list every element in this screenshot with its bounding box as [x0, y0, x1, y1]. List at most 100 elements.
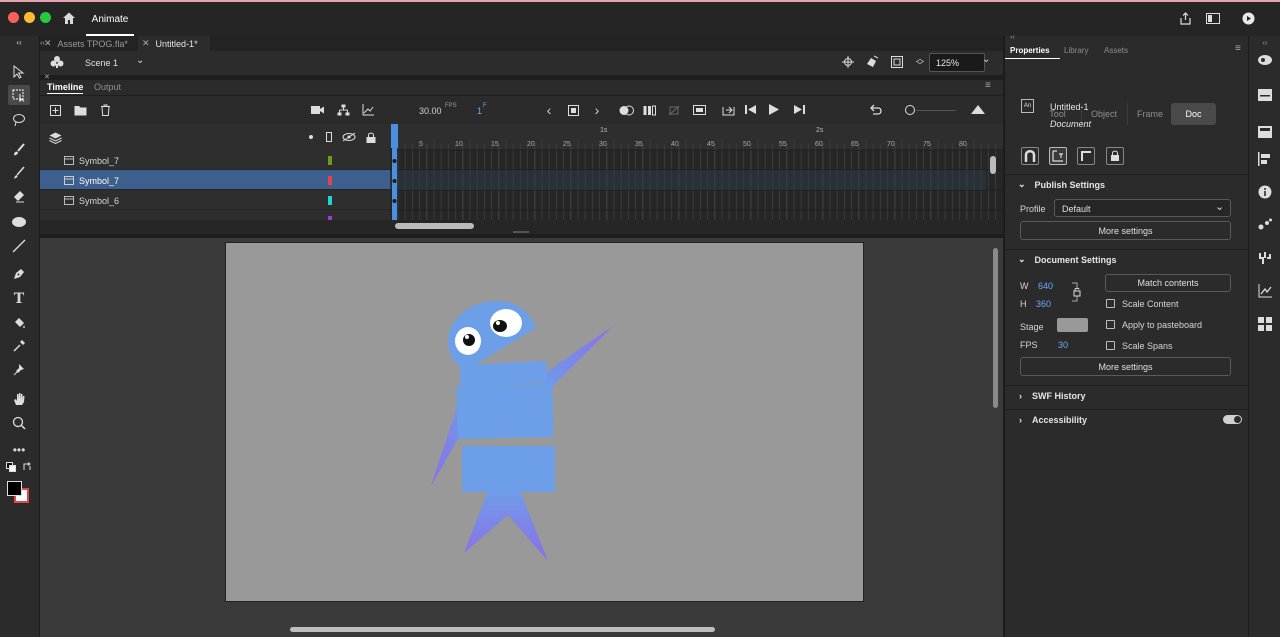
layer-row-selected[interactable]: Symbol_7: [40, 170, 390, 190]
zoom-input[interactable]: 125%: [929, 53, 985, 72]
scene-label[interactable]: Scene 1: [85, 58, 118, 68]
close-tab-icon[interactable]: ✕: [142, 38, 150, 49]
default-colors-icon[interactable]: [5, 461, 17, 473]
tab-timeline[interactable]: Timeline: [47, 82, 84, 94]
eyedropper-tool-icon[interactable]: [8, 336, 30, 356]
swatches-panel-icon[interactable]: [1256, 124, 1274, 140]
zoom-window-button[interactable]: [40, 12, 51, 23]
current-frame-value[interactable]: 1: [477, 106, 482, 116]
layer-color-swatch[interactable]: [328, 156, 332, 165]
motion-presets-icon[interactable]: [1256, 216, 1274, 232]
selection-tool-icon[interactable]: [8, 62, 30, 82]
scale-spans-checkbox[interactable]: [1106, 341, 1115, 350]
insert-keyframe-icon[interactable]: [567, 104, 579, 116]
layer-name[interactable]: Symbol_7: [79, 156, 119, 166]
timeline-vertical-scrollbar[interactable]: [990, 156, 996, 174]
zoom-stepper-icon[interactable]: ︿ ﹀: [915, 55, 925, 70]
swf-history-header[interactable]: › SWF History: [1004, 385, 1248, 405]
highlight-layers-icon[interactable]: [309, 135, 313, 139]
edit-multiple-frames-icon[interactable]: [643, 104, 657, 116]
tab-output[interactable]: Output: [94, 82, 121, 92]
stage-canvas[interactable]: [225, 242, 864, 602]
new-layer-icon[interactable]: [49, 104, 61, 116]
frame-picker-icon[interactable]: [1256, 316, 1274, 332]
edit-scene-icon[interactable]: [50, 55, 64, 69]
new-folder-icon[interactable]: [73, 104, 87, 116]
stroke-fill-color-swatch[interactable]: [6, 480, 32, 506]
tab-library[interactable]: Library: [1064, 46, 1088, 55]
fps-field-value[interactable]: 30: [1058, 340, 1068, 350]
panel-menu-icon[interactable]: ≡: [1235, 43, 1241, 54]
free-transform-tool-icon[interactable]: [8, 85, 30, 105]
step-forward-icon[interactable]: [792, 103, 806, 116]
test-movie-icon[interactable]: [1242, 12, 1255, 25]
robot-character-artwork[interactable]: [226, 243, 865, 603]
collapse-toolbar-icon[interactable]: ‹‹: [8, 38, 30, 47]
width-value[interactable]: 640: [1038, 281, 1053, 291]
doc-tab-assets[interactable]: ✕ Assets TPOG.fla*: [44, 36, 137, 51]
timeline-zoom-slider-track[interactable]: [916, 110, 956, 111]
lasso-tool-icon[interactable]: [8, 110, 30, 130]
library-panel-icon[interactable]: [1256, 87, 1274, 103]
camera-icon[interactable]: [311, 104, 325, 116]
link-dimensions-icon[interactable]: [1071, 282, 1083, 302]
paint-bucket-tool-icon[interactable]: [8, 313, 30, 333]
layer-color-swatch[interactable]: [328, 176, 332, 185]
swap-colors-icon[interactable]: [21, 461, 33, 473]
oval-tool-icon[interactable]: [8, 212, 30, 232]
share-icon[interactable]: [1179, 12, 1192, 25]
document-more-settings-button[interactable]: More settings: [1020, 357, 1231, 376]
layer-parenting-icon[interactable]: [336, 103, 350, 116]
snap-to-guides-icon[interactable]: [1077, 147, 1095, 165]
text-tool-icon[interactable]: T: [8, 289, 30, 309]
close-tab-icon[interactable]: ✕: [44, 38, 52, 49]
lock-all-layers-icon[interactable]: [365, 131, 377, 143]
info-panel-icon[interactable]: [1256, 184, 1274, 200]
snap-to-pixels-icon[interactable]: [1049, 147, 1067, 165]
accessibility-toggle[interactable]: [1223, 415, 1242, 424]
timeline-zoom-slider-handle[interactable]: [905, 105, 915, 115]
fit-stage-icon[interactable]: [891, 56, 903, 68]
hide-all-layers-icon[interactable]: [342, 131, 356, 143]
outline-layers-icon[interactable]: [326, 132, 332, 142]
tab-properties[interactable]: Properties: [1010, 46, 1050, 55]
lock-stage-icon[interactable]: [1106, 147, 1124, 165]
fit-frames-icon[interactable]: [971, 104, 985, 115]
motion-editor-icon[interactable]: [1256, 283, 1274, 299]
timeline-horizontal-scrollbar[interactable]: [395, 223, 474, 229]
zoom-dropdown-chevron-icon[interactable]: ⌄: [982, 54, 990, 65]
more-tools-icon[interactable]: •••: [8, 440, 30, 460]
frame-range-icon[interactable]: [692, 104, 706, 116]
pen-tool-icon[interactable]: [8, 264, 30, 284]
chevron-down-icon[interactable]: ⌄: [136, 55, 144, 66]
publish-more-settings-button[interactable]: More settings: [1020, 221, 1231, 240]
paint-brush-tool-icon[interactable]: [8, 163, 30, 183]
onion-skin-icon[interactable]: [618, 104, 634, 116]
publish-settings-header[interactable]: ⌄ Publish Settings: [1004, 174, 1248, 194]
workspace-layout-icon[interactable]: [1206, 13, 1220, 24]
fps-value[interactable]: 30.00: [419, 106, 442, 116]
stage-color-swatch[interactable]: [1057, 318, 1088, 332]
eraser-tool-icon[interactable]: [8, 186, 30, 206]
layer-row-partial[interactable]: [40, 210, 390, 220]
step-back-icon[interactable]: [744, 103, 758, 116]
apply-pasteboard-checkbox[interactable]: [1106, 320, 1115, 329]
layer-color-swatch[interactable]: [328, 196, 332, 205]
hand-tool-icon[interactable]: [8, 389, 30, 409]
tab-assets[interactable]: Assets: [1104, 46, 1128, 55]
home-icon[interactable]: [62, 11, 76, 25]
panel-resize-handle[interactable]: [513, 231, 529, 233]
sync-icon[interactable]: [721, 103, 735, 116]
minimize-window-button[interactable]: [24, 12, 35, 23]
stage-horizontal-scrollbar[interactable]: [290, 627, 715, 632]
snap-to-objects-icon[interactable]: [1021, 147, 1039, 165]
doc-tab-untitled[interactable]: ✕ Untitled-1*: [138, 36, 210, 51]
center-stage-icon[interactable]: [842, 56, 854, 68]
app-tab[interactable]: Animate: [86, 4, 134, 36]
clip-stage-icon[interactable]: [865, 55, 879, 69]
layer-row[interactable]: Symbol_7: [40, 150, 390, 170]
layer-row[interactable]: Symbol_6: [40, 190, 390, 210]
height-value[interactable]: 360: [1036, 299, 1051, 309]
zoom-tool-icon[interactable]: [8, 413, 30, 433]
layer-depth-icon[interactable]: [361, 103, 374, 116]
